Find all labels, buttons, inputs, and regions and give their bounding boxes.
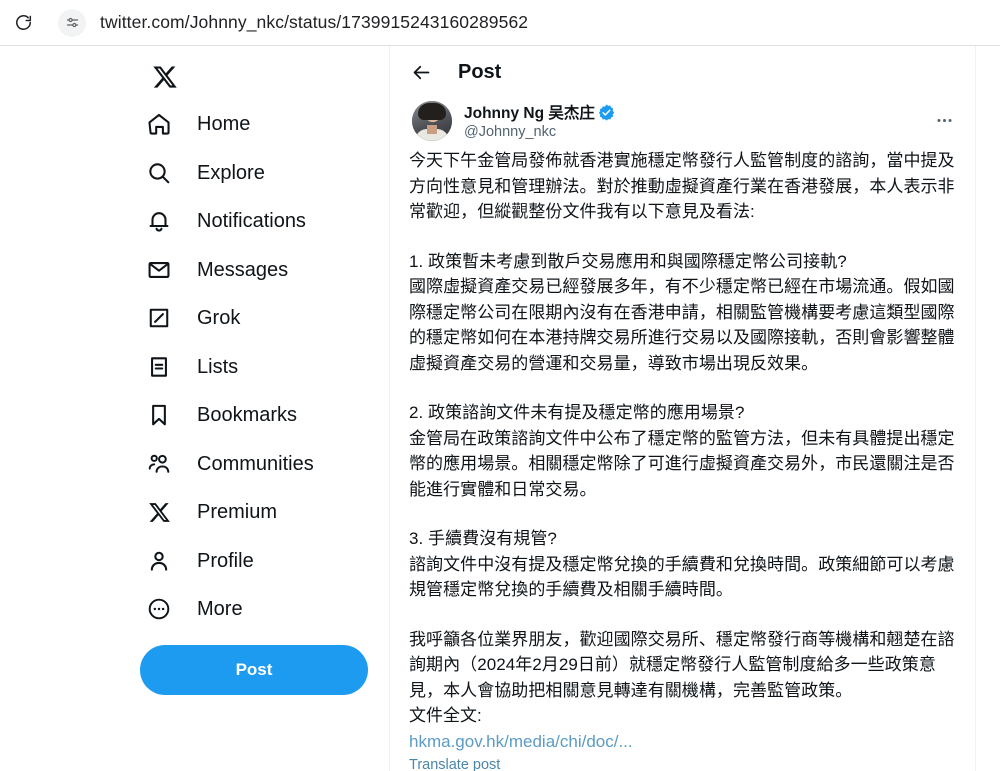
author-name-block: Johnny Ng 吴杰庄 @Johnny_nkc xyxy=(464,101,927,140)
sidebar-item-lists[interactable]: Lists xyxy=(140,343,380,392)
sidebar-item-home[interactable]: Home xyxy=(140,100,380,149)
author-handle[interactable]: @Johnny_nkc xyxy=(464,124,927,140)
sidebar-item-notifications[interactable]: Notifications xyxy=(140,197,380,246)
sidebar-item-label: Explore xyxy=(197,161,265,184)
address-bar[interactable]: twitter.com/Johnny_nkc/status/1739915243… xyxy=(52,6,1000,39)
document-link[interactable]: hkma.gov.hk/media/chi/doc/... xyxy=(409,729,633,755)
post-author-row: Johnny Ng 吴杰庄 @Johnny_nkc xyxy=(391,99,975,141)
sidebar-item-messages[interactable]: Messages xyxy=(140,246,380,295)
sidebar-item-label: More xyxy=(197,598,243,621)
bell-icon xyxy=(142,204,176,238)
post-paragraph: 2. 政策諮詢文件未有提及穩定幣的應用場景? 金管局在政策諮詢文件中公布了穩定幣… xyxy=(409,403,955,499)
sidebar-item-label: Communities xyxy=(197,452,314,475)
sidebar-item-profile[interactable]: Profile xyxy=(140,537,380,586)
site-settings-tune-icon[interactable] xyxy=(58,8,86,37)
home-icon xyxy=(142,107,176,141)
sidebar-item-explore[interactable]: Explore xyxy=(140,149,380,198)
page-content: Home Explore Notifications Messages Grok… xyxy=(0,46,1000,771)
avatar[interactable] xyxy=(412,101,452,141)
reload-icon[interactable] xyxy=(8,8,38,38)
sidebar-item-label: Home xyxy=(197,113,251,136)
translate-post-link[interactable]: Translate post xyxy=(409,757,956,771)
document-label: 文件全文: xyxy=(409,706,482,725)
page-title: Post xyxy=(458,61,502,83)
lists-icon xyxy=(142,350,176,384)
sidebar-item-communities[interactable]: Communities xyxy=(140,440,380,489)
primary-sidebar: Home Explore Notifications Messages Grok… xyxy=(0,46,390,771)
sidebar-item-bookmarks[interactable]: Bookmarks xyxy=(140,391,380,440)
post-paragraph: 3. 手續費沒有規管? 諮詢文件中沒有提及穩定幣兌換的手續費和兌換時間。政策細節… xyxy=(409,529,955,599)
search-icon xyxy=(142,156,176,190)
more-horizontal-icon[interactable] xyxy=(927,103,961,137)
x-logo-icon[interactable] xyxy=(142,54,188,100)
post-paragraph: 我呼籲各位業界朋友，歡迎國際交易所、穩定幣發行商等機構和翹楚在諮詢期內（2024… xyxy=(409,629,955,700)
address-bar-url[interactable]: twitter.com/Johnny_nkc/status/1739915243… xyxy=(100,12,528,33)
post-paragraph: 1. 政策暫未考慮到散戶交易應用和與國際穩定幣公司接軌? 國際虛擬資產交易已經發… xyxy=(409,251,955,373)
post-button[interactable]: Post xyxy=(140,644,368,695)
sidebar-item-label: Messages xyxy=(197,258,289,281)
grok-icon xyxy=(142,301,176,335)
post-paragraph: 今天下午金管局發佈就香港實施穩定幣發行人監管制度的諮詢，當中提及方向性意見和管理… xyxy=(409,151,955,221)
sidebar-item-label: Notifications xyxy=(197,210,306,233)
envelope-icon xyxy=(142,253,176,287)
browser-toolbar: twitter.com/Johnny_nkc/status/1739915243… xyxy=(0,0,1000,46)
sidebar-item-label: Grok xyxy=(197,307,241,330)
author-display-name[interactable]: Johnny Ng 吴杰庄 xyxy=(464,101,595,123)
bookmark-icon xyxy=(142,398,176,432)
sidebar-item-label: Profile xyxy=(197,549,254,572)
post-text: 今天下午金管局發佈就香港實施穩定幣發行人監管制度的諮詢，當中提及方向性意見和管理… xyxy=(391,141,975,771)
x-premium-icon xyxy=(142,495,176,529)
post-column: Post Johnny Ng 吴杰庄 @Johnny_nkc 今天下午金管局發佈… xyxy=(391,46,976,771)
verified-badge-icon xyxy=(598,103,615,121)
person-icon xyxy=(142,544,176,578)
sidebar-item-grok[interactable]: Grok xyxy=(140,294,380,343)
sidebar-item-label: Premium xyxy=(197,501,278,524)
column-header: Post xyxy=(391,46,975,99)
sidebar-item-label: Lists xyxy=(197,355,239,378)
more-circle-icon xyxy=(142,592,176,626)
sidebar-item-premium[interactable]: Premium xyxy=(140,488,380,537)
communities-icon xyxy=(142,447,176,481)
back-arrow-icon[interactable] xyxy=(404,56,438,90)
sidebar-item-label: Bookmarks xyxy=(197,404,298,427)
sidebar-item-more[interactable]: More xyxy=(140,585,380,634)
right-gutter xyxy=(977,46,1000,771)
